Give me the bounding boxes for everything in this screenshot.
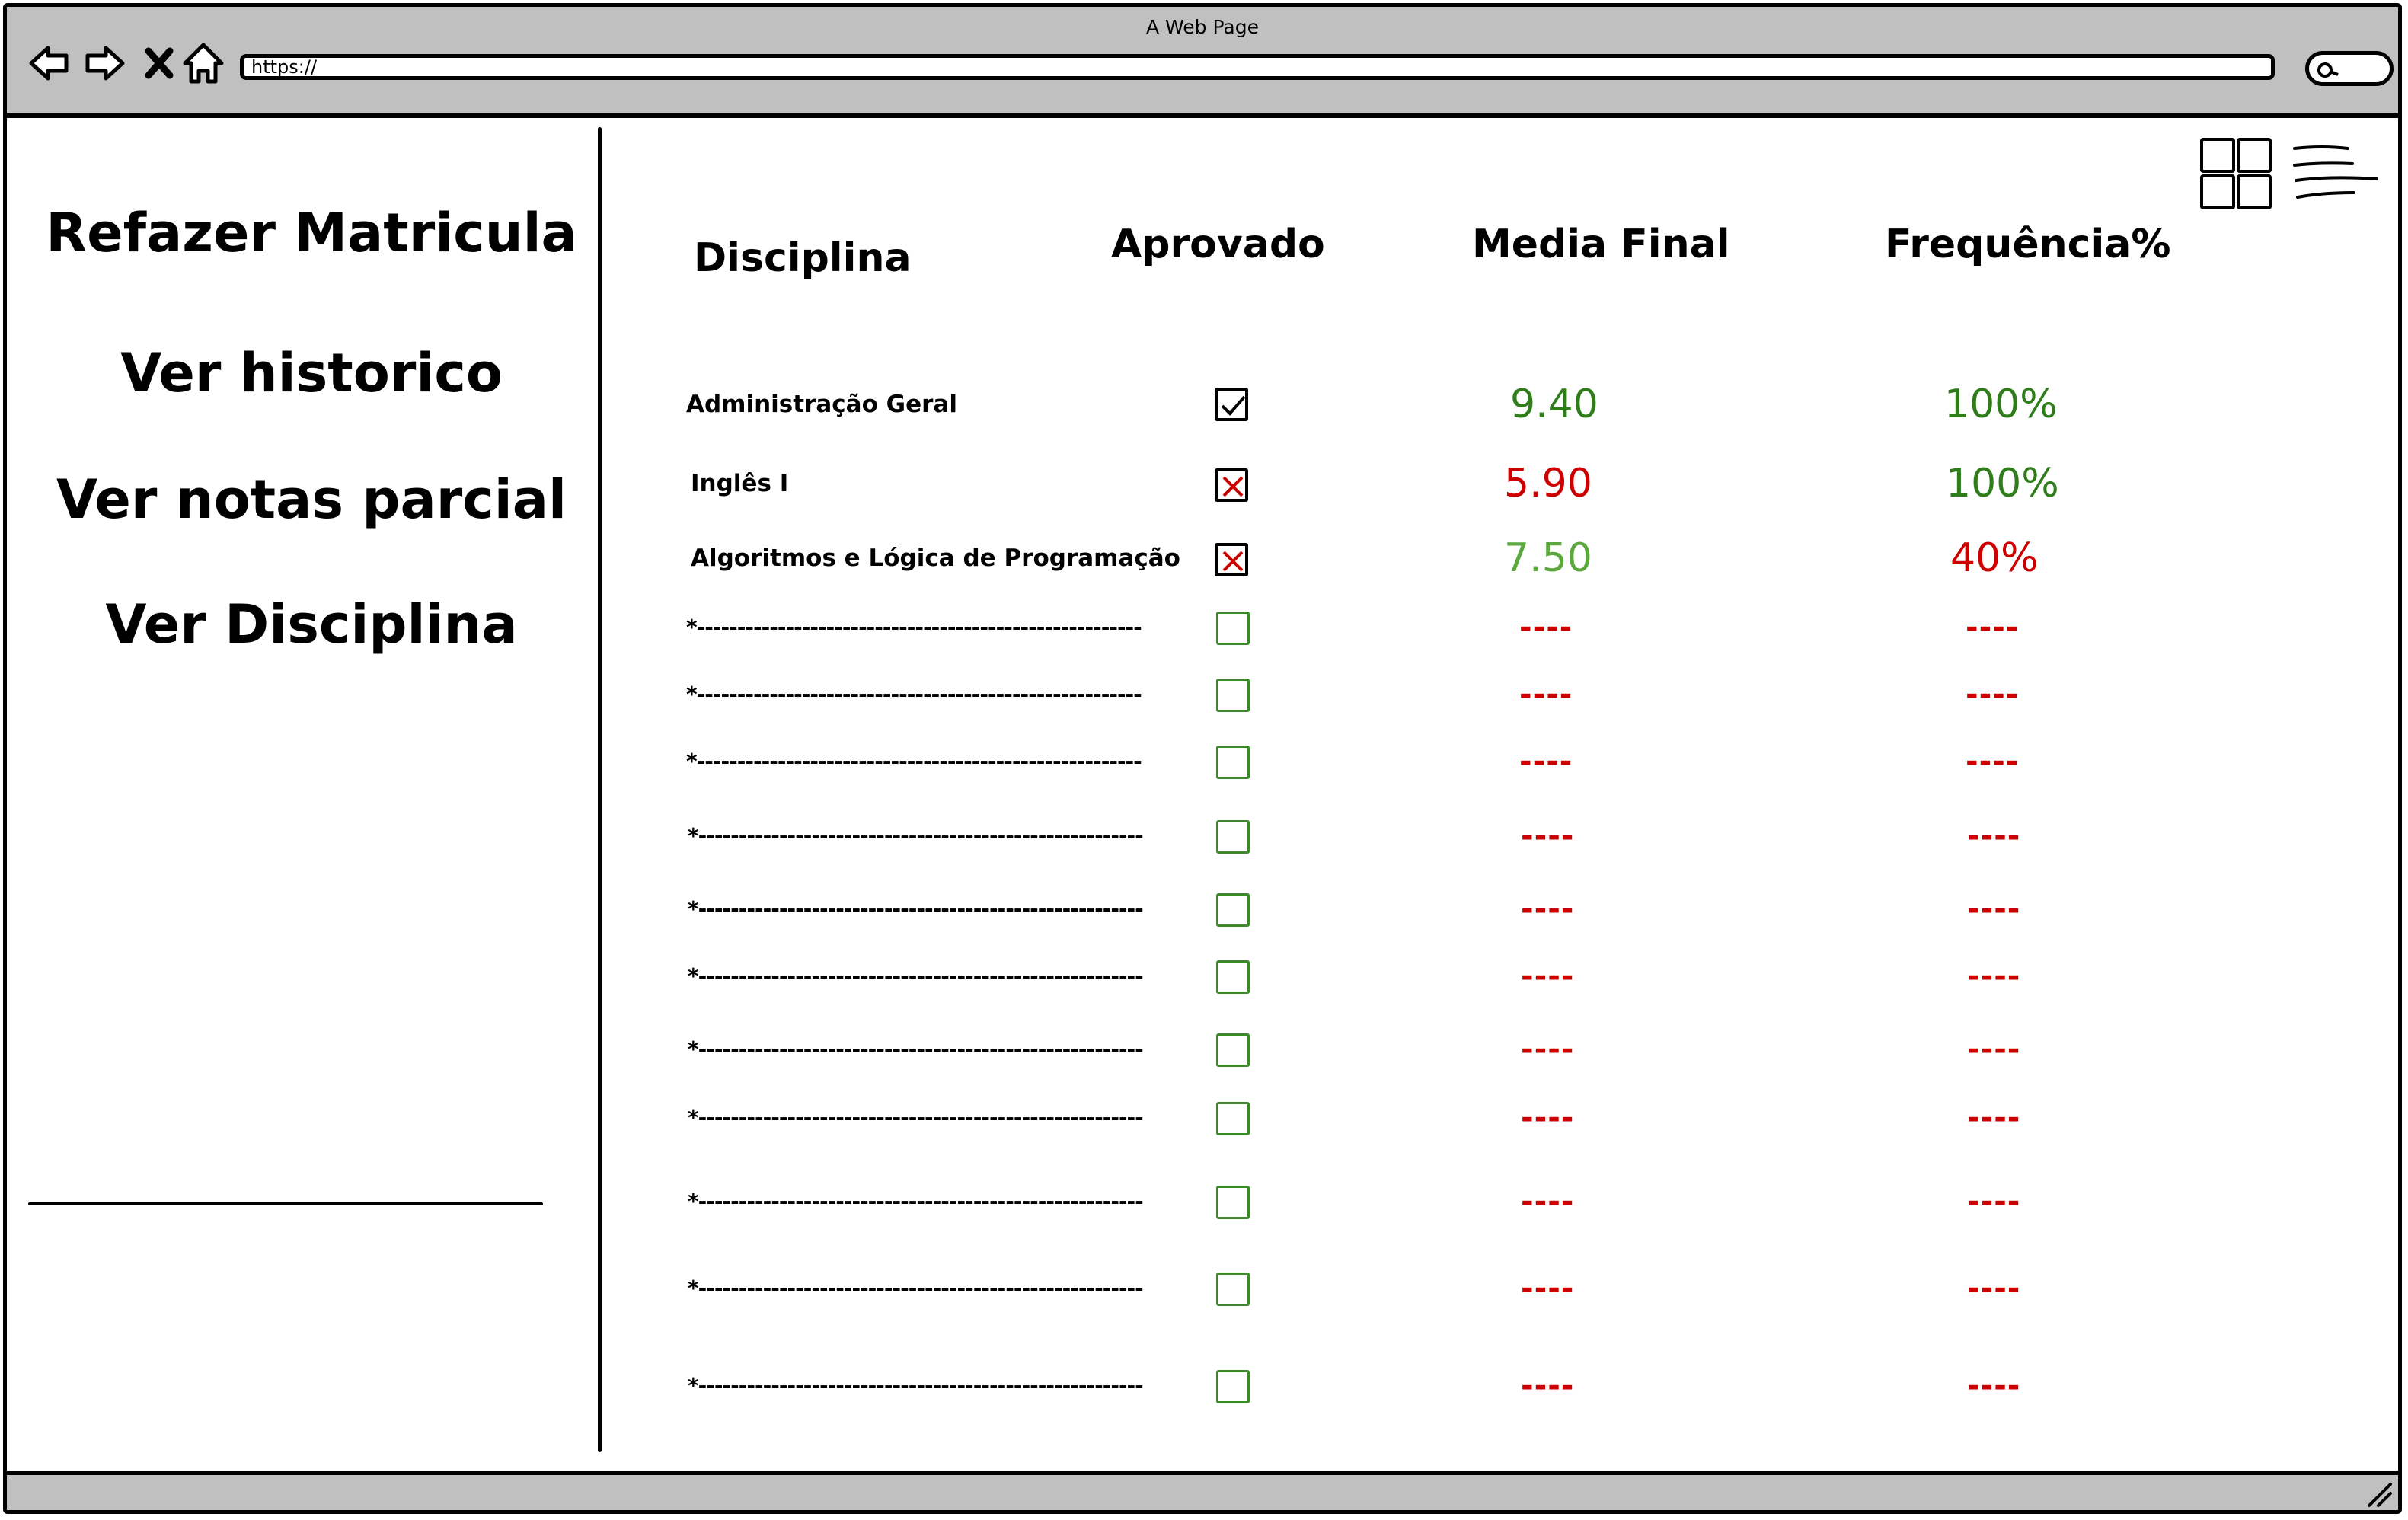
empty-checkbox[interactable]: [1216, 893, 1250, 927]
empty-checkbox[interactable]: [1216, 1273, 1250, 1306]
sidebar-item-ver-disciplina[interactable]: Ver Disciplina: [7, 593, 616, 656]
table-row-frequencia: ----: [1967, 1368, 2021, 1403]
list-view-icon[interactable]: [2291, 144, 2383, 205]
table-row-media: ----: [1519, 677, 1573, 712]
table-row-disciplina: *---------------------------------------…: [686, 682, 1142, 707]
table-row-frequencia: 100%: [1944, 382, 2058, 427]
status-bar: [7, 1471, 2398, 1510]
table-row-media: 9.40: [1510, 382, 1598, 427]
empty-checkbox[interactable]: [1216, 679, 1250, 712]
check-icon: [1221, 395, 1246, 416]
table-row-disciplina: Administração Geral: [686, 391, 957, 418]
table-row-media: ----: [1521, 819, 1575, 854]
forward-arrow-icon[interactable]: [80, 39, 129, 88]
sidebar-divider: [598, 127, 602, 1452]
table-row-frequencia: ----: [1967, 1100, 2021, 1135]
table-row-disciplina: *---------------------------------------…: [688, 1276, 1144, 1301]
empty-checkbox[interactable]: [1216, 1370, 1250, 1403]
table-row-media: ----: [1519, 610, 1573, 645]
table-row-disciplina: *---------------------------------------…: [686, 615, 1142, 640]
approved-checkbox[interactable]: [1215, 388, 1248, 421]
table-row-media: ----: [1521, 1271, 1575, 1306]
sidebar-separator-line: [28, 1202, 543, 1205]
table-row-frequencia: ----: [1966, 744, 2020, 779]
table-row-frequencia: ----: [1967, 1032, 2021, 1067]
table-row-disciplina: *---------------------------------------…: [688, 1373, 1144, 1398]
browser-chrome: A Web Page https://: [7, 7, 2398, 118]
table-row-disciplina: *---------------------------------------…: [688, 963, 1144, 988]
empty-checkbox[interactable]: [1216, 1102, 1250, 1135]
sidebar-item-ver-historico[interactable]: Ver historico: [7, 342, 616, 404]
back-arrow-icon[interactable]: [25, 39, 74, 88]
home-icon[interactable]: [179, 39, 228, 88]
table-row-media: ----: [1521, 1032, 1575, 1067]
table-row-media: 7.50: [1504, 535, 1592, 581]
table-row-disciplina: *---------------------------------------…: [686, 749, 1142, 774]
table-row-media: ----: [1521, 1100, 1575, 1135]
sidebar-item-refazer-matricula[interactable]: Refazer Matricula: [7, 202, 616, 264]
x-mark-icon: [1222, 476, 1244, 497]
table-row-disciplina: Algoritmos e Lógica de Programação: [691, 544, 1180, 572]
table-row-frequencia: ----: [1967, 819, 2021, 854]
table-row-disciplina: *---------------------------------------…: [688, 1189, 1144, 1214]
table-row-frequencia: ----: [1967, 1184, 2021, 1219]
table-row-media: ----: [1521, 1368, 1575, 1403]
resize-grip-icon[interactable]: [2363, 1478, 2394, 1509]
sidebar-item-ver-notas-parcial[interactable]: Ver notas parcial: [7, 468, 616, 531]
table-row-media: 5.90: [1504, 461, 1592, 506]
close-icon[interactable]: [135, 39, 184, 88]
table-row-disciplina: *---------------------------------------…: [688, 896, 1144, 921]
table-row-media: ----: [1521, 1184, 1575, 1219]
table-row-media: ----: [1521, 892, 1575, 927]
search-icon: [2317, 61, 2339, 82]
table-row-frequencia: 100%: [1946, 461, 2059, 506]
address-bar[interactable]: https://: [240, 54, 2275, 80]
table-row-frequencia: ----: [1967, 1271, 2021, 1306]
header-disciplina: Disciplina: [694, 235, 912, 281]
empty-checkbox[interactable]: [1216, 820, 1250, 854]
empty-checkbox[interactable]: [1216, 1033, 1250, 1067]
empty-checkbox[interactable]: [1216, 960, 1250, 994]
table-row-frequencia: ----: [1966, 677, 2020, 712]
table-row-disciplina: Inglês I: [691, 470, 789, 497]
window-title: A Web Page: [1145, 16, 1260, 38]
table-row-frequencia: 40%: [1950, 535, 2039, 581]
grid-view-icon[interactable]: [2200, 138, 2273, 211]
empty-checkbox[interactable]: [1216, 1186, 1250, 1219]
table-row-frequencia: ----: [1966, 610, 2020, 645]
x-mark-icon: [1222, 551, 1244, 572]
table-row-disciplina: *---------------------------------------…: [688, 1105, 1144, 1130]
table-row-disciplina: *---------------------------------------…: [688, 1036, 1144, 1062]
empty-checkbox[interactable]: [1216, 612, 1250, 645]
table-row-media: ----: [1521, 959, 1575, 994]
table-row-media: ----: [1519, 744, 1573, 779]
browser-window: A Web Page https:// Refazer Matricula Ve…: [3, 3, 2402, 1514]
failed-checkbox[interactable]: [1215, 543, 1248, 576]
table-row-frequencia: ----: [1967, 959, 2021, 994]
search-field[interactable]: [2305, 51, 2394, 86]
empty-checkbox[interactable]: [1216, 746, 1250, 779]
url-text: https://: [251, 56, 318, 78]
table-row-frequencia: ----: [1967, 892, 2021, 927]
header-aprovado: Aprovado: [1111, 222, 1325, 267]
failed-checkbox[interactable]: [1215, 468, 1248, 502]
header-media-final: Media Final: [1472, 222, 1730, 267]
table-row-disciplina: *---------------------------------------…: [688, 823, 1144, 848]
sidebar: Refazer Matricula Ver historico Ver nota…: [7, 118, 601, 1474]
header-frequencia: Frequência%: [1885, 222, 2171, 267]
